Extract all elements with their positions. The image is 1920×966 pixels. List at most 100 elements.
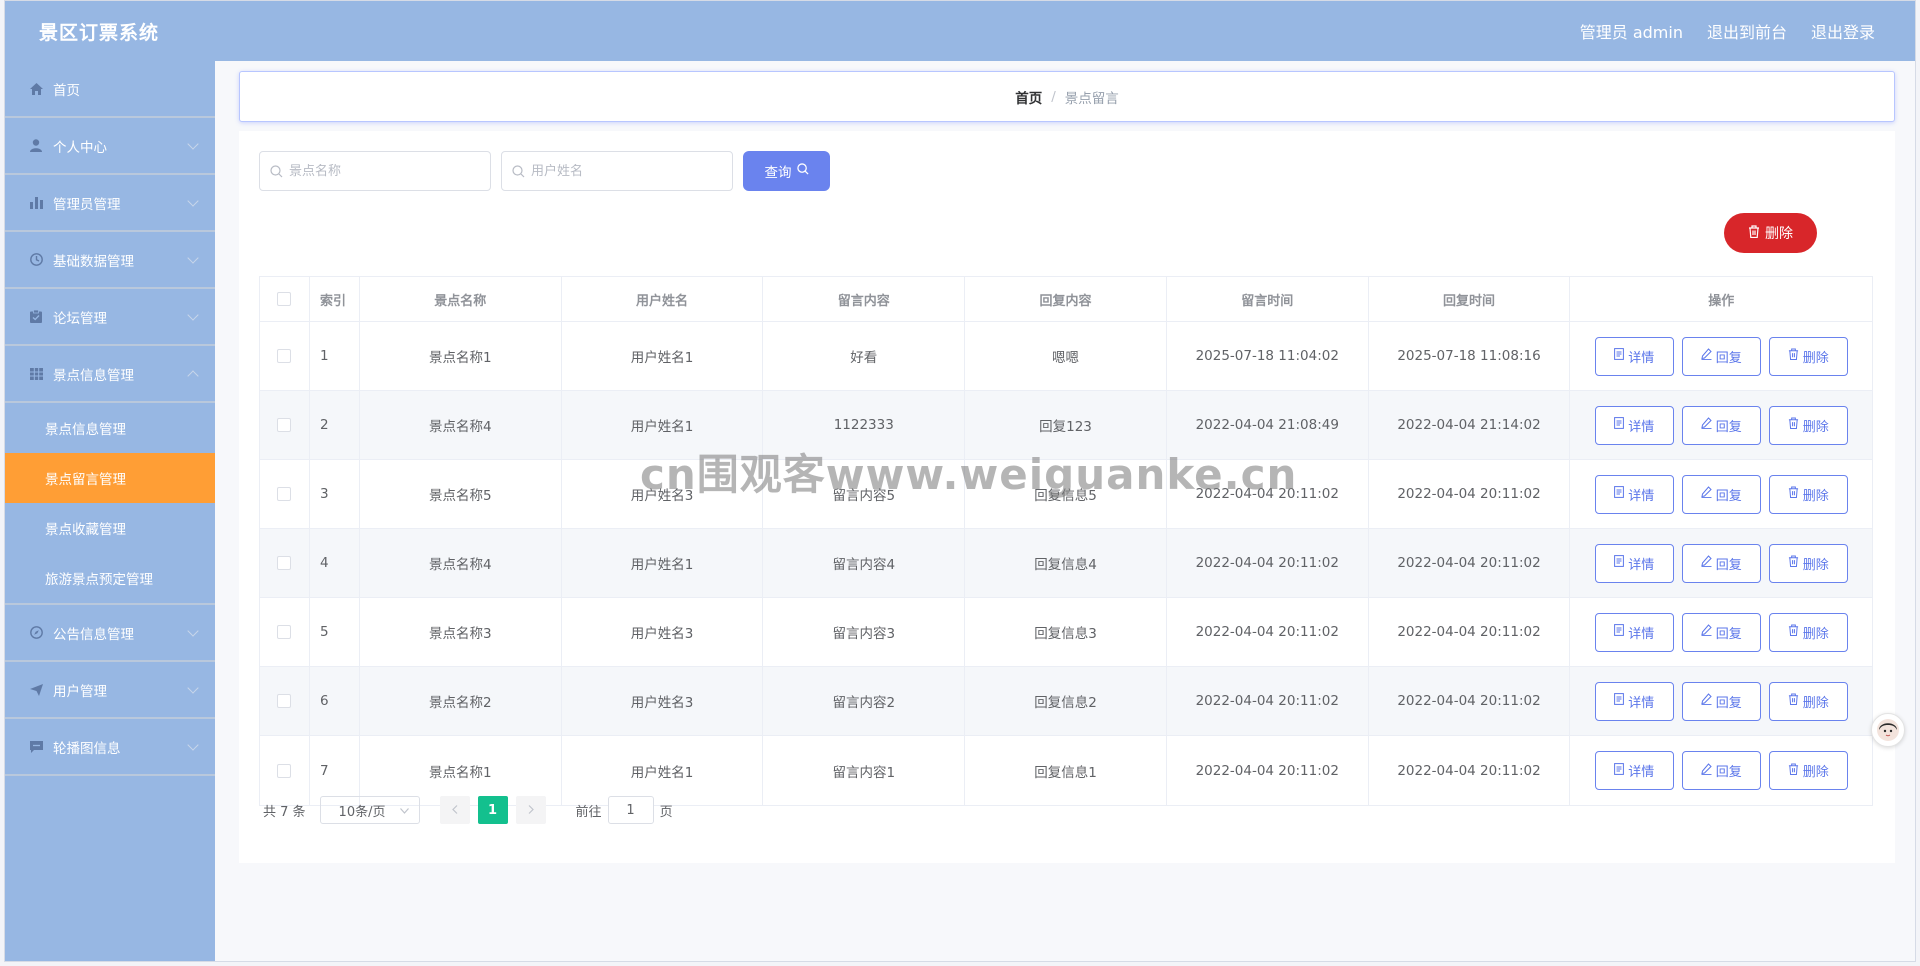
prev-page-button[interactable] (439, 796, 470, 824)
logout-link[interactable]: 退出登录 (1811, 19, 1875, 43)
reply-button[interactable]: 回复 (1681, 612, 1761, 652)
cell-reply: 回复信息3 (965, 598, 1167, 666)
delete-button[interactable]: 删除 (1768, 474, 1848, 514)
row-checkbox[interactable] (277, 487, 292, 501)
cell-msg-time: 2022-04-04 20:11:02 (1167, 667, 1369, 735)
detail-button[interactable]: 详情 (1594, 336, 1674, 376)
cell-msg-time: 2022-04-04 20:11:02 (1167, 598, 1369, 666)
page-size-select[interactable]: 10条/页 (319, 796, 420, 824)
next-page-button[interactable] (515, 796, 546, 824)
sidebar-item-admins[interactable]: 管理员管理 (5, 175, 215, 232)
sidebar-item-carousel[interactable]: 轮播图信息 (5, 719, 215, 776)
detail-button[interactable]: 详情 (1594, 612, 1674, 652)
cell-reply-time: 2022-04-04 21:14:02 (1369, 391, 1571, 459)
reply-button-label: 回复 (1715, 419, 1742, 435)
reply-button-label: 回复 (1715, 350, 1742, 366)
reply-button-label: 回复 (1715, 488, 1742, 504)
reply-button[interactable]: 回复 (1681, 751, 1761, 790)
row-checkbox-cell (260, 529, 310, 597)
row-checkbox[interactable] (277, 349, 292, 363)
spot-name-input[interactable] (289, 163, 479, 179)
submenu-item-spot-favorites[interactable]: 景点收藏管理 (5, 503, 215, 553)
cell-spot: 景点名称2 (360, 667, 562, 735)
row-checkbox[interactable] (277, 763, 292, 778)
query-button[interactable]: 查询 (743, 151, 830, 191)
header-user: 用户姓名 (562, 277, 764, 321)
clock-icon (29, 253, 43, 267)
detail-button-label: 详情 (1628, 765, 1655, 780)
chevron-down-icon (187, 309, 199, 321)
assistant-avatar[interactable] (1871, 713, 1905, 747)
row-checkbox[interactable] (277, 625, 292, 639)
cell-reply: 回复信息4 (965, 529, 1167, 597)
sidebar-item-home[interactable]: 首页 (5, 61, 215, 118)
row-checkbox[interactable] (277, 556, 292, 570)
submenu-item-spot-booking[interactable]: 旅游景点预定管理 (5, 553, 215, 603)
cell-content: 留言内容3 (763, 598, 966, 666)
sidebar-item-users[interactable]: 用户管理 (5, 662, 215, 719)
select-all-checkbox[interactable] (277, 292, 292, 306)
chevron-left-icon (451, 803, 458, 818)
cell-user: 用户姓名1 (562, 322, 764, 390)
detail-button[interactable]: 详情 (1594, 474, 1674, 514)
cell-user: 用户姓名1 (562, 391, 764, 459)
detail-button[interactable]: 详情 (1594, 543, 1674, 583)
detail-button[interactable]: 详情 (1594, 751, 1674, 790)
sidebar-item-forum[interactable]: 论坛管理 (5, 289, 215, 346)
goto-page-input[interactable] (607, 796, 654, 824)
row-checkbox[interactable] (277, 418, 292, 432)
table-row: 5 景点名称3 用户姓名3 留言内容3 回复信息3 2022-04-04 20:11:02… (260, 598, 1872, 667)
spot-info-submenu: 景点信息管理 景点留言管理 景点收藏管理 旅游景点预定管理 (5, 403, 215, 605)
cell-content: 好看 (763, 322, 966, 390)
reply-button[interactable]: 回复 (1681, 681, 1761, 721)
header-reply: 回复内容 (965, 277, 1167, 321)
cell-content: 留言内容4 (763, 529, 966, 597)
page-number-current[interactable]: 1 (477, 796, 508, 824)
delete-button[interactable]: 删除 (1768, 336, 1848, 376)
document-icon (1614, 624, 1625, 640)
reply-button-label: 回复 (1715, 695, 1742, 711)
submenu-item-spot-info[interactable]: 景点信息管理 (5, 403, 215, 453)
edit-icon (1701, 417, 1712, 433)
delete-button-label: 删除 (1802, 695, 1829, 711)
user-name-input[interactable] (531, 163, 721, 179)
sidebar-item-profile[interactable]: 个人中心 (5, 118, 215, 175)
reply-button[interactable]: 回复 (1681, 336, 1761, 376)
reply-button[interactable]: 回复 (1681, 474, 1761, 514)
back-to-front-link[interactable]: 退出到前台 (1707, 19, 1787, 43)
chevron-down-icon (187, 252, 199, 264)
sidebar-item-spot-info[interactable]: 景点信息管理 (5, 346, 215, 403)
cell-user: 用户姓名1 (562, 736, 764, 805)
row-checkbox-cell (260, 667, 310, 735)
chevron-up-icon (187, 370, 199, 382)
chevron-down-icon (187, 625, 199, 637)
row-checkbox[interactable] (277, 694, 292, 708)
breadcrumb-home[interactable]: 首页 (1015, 87, 1042, 107)
submenu-item-spot-comments[interactable]: 景点留言管理 (5, 453, 215, 503)
sidebar-item-label: 管理员管理 (53, 196, 121, 213)
batch-delete-button[interactable]: 删除 (1724, 213, 1817, 253)
detail-button-label: 详情 (1628, 557, 1655, 573)
delete-button[interactable]: 删除 (1768, 612, 1848, 652)
delete-button[interactable]: 删除 (1768, 681, 1848, 721)
delete-button[interactable]: 删除 (1768, 405, 1848, 445)
content-panel: 查询 删除 索引 景点名称 用户姓名 留言内容 (239, 131, 1895, 863)
cell-reply-time: 2022-04-04 20:11:02 (1369, 736, 1571, 805)
batch-delete-label: 删除 (1765, 226, 1793, 242)
reply-button[interactable]: 回复 (1681, 405, 1761, 445)
detail-button[interactable]: 详情 (1594, 405, 1674, 445)
page-size-value: 10条/页 (338, 804, 386, 820)
sidebar-item-basic-data[interactable]: 基础数据管理 (5, 232, 215, 289)
document-icon (1614, 417, 1625, 433)
header-checkbox-cell (260, 277, 310, 321)
delete-button[interactable]: 删除 (1768, 751, 1848, 790)
reply-button[interactable]: 回复 (1681, 543, 1761, 583)
detail-button[interactable]: 详情 (1594, 681, 1674, 721)
sidebar-item-announcements[interactable]: 公告信息管理 (5, 605, 215, 662)
cell-index: 7 (310, 736, 360, 805)
delete-button[interactable]: 删除 (1768, 543, 1848, 583)
grid-icon (29, 367, 43, 381)
cell-ops: 详情 回复 删除 (1570, 322, 1872, 390)
table-body: 1 景点名称1 用户姓名1 好看 嗯嗯 2025-07-18 11:04:02 2025-0… (260, 322, 1872, 805)
trash-icon (1788, 486, 1799, 502)
